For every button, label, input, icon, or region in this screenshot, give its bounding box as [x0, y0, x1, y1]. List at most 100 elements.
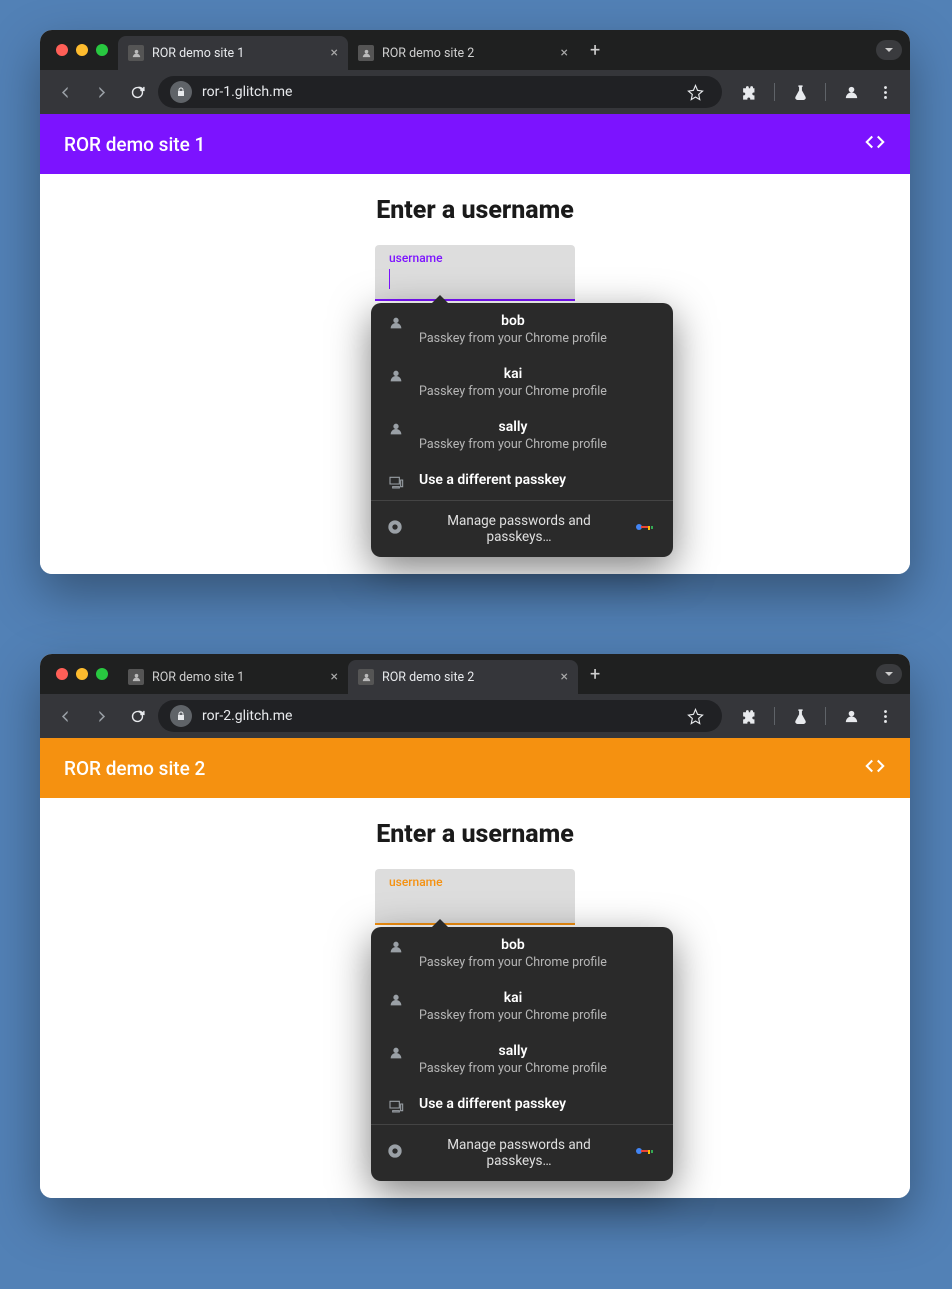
passkey-detail: Passkey from your Chrome profile	[419, 955, 607, 970]
tab-ror1[interactable]: ROR demo site 1 ×	[118, 660, 348, 694]
passkey-suggestion[interactable]: sally Passkey from your Chrome profile	[371, 409, 673, 462]
passkey-icon	[387, 366, 405, 384]
traffic-close-icon[interactable]	[56, 44, 68, 56]
google-key-icon	[635, 520, 657, 538]
back-button[interactable]	[50, 77, 80, 107]
manage-passwords[interactable]: Manage passwords and passkeys…	[371, 501, 673, 557]
extensions-icon[interactable]	[734, 77, 764, 107]
profile-icon[interactable]	[836, 77, 866, 107]
passkey-name: kai	[419, 366, 607, 382]
passkey-name: kai	[419, 990, 607, 1006]
text-caret	[389, 269, 390, 289]
new-tab-button[interactable]: +	[578, 40, 612, 61]
url-text: ror-1.glitch.me	[202, 84, 292, 100]
menu-icon[interactable]	[870, 77, 900, 107]
username-input[interactable]: username	[375, 869, 575, 925]
passkey-detail: Passkey from your Chrome profile	[419, 1061, 607, 1076]
tab-close-icon[interactable]: ×	[331, 45, 338, 61]
username-field-wrap: username	[375, 245, 575, 301]
traffic-zoom-icon[interactable]	[96, 44, 108, 56]
google-key-icon	[635, 1144, 657, 1162]
labs-icon[interactable]	[785, 77, 815, 107]
back-button[interactable]	[50, 701, 80, 731]
passkey-suggestion[interactable]: sally Passkey from your Chrome profile	[371, 1033, 673, 1086]
toolbar: ror-1.glitch.me	[40, 70, 910, 114]
bookmark-star-icon[interactable]	[680, 77, 710, 107]
separator	[774, 83, 775, 101]
tab-title: ROR demo site 1	[152, 46, 244, 61]
traffic-minimize-icon[interactable]	[76, 44, 88, 56]
passkey-icon	[387, 990, 405, 1008]
site-info-icon[interactable]	[170, 81, 192, 103]
browser-window-2: ROR demo site 1 × ROR demo site 2 × + ro…	[40, 654, 910, 1198]
page-content: ROR demo site 2 Enter a username usernam…	[40, 738, 910, 1198]
tab-overflow-button[interactable]	[876, 664, 902, 684]
tab-ror2[interactable]: ROR demo site 2 ×	[348, 660, 578, 694]
traffic-close-icon[interactable]	[56, 668, 68, 680]
browser-window-1: ROR demo site 1 × ROR demo site 2 × + ro…	[40, 30, 910, 574]
toolbar-icons	[728, 701, 900, 731]
main-content: Enter a username username bob Passkey fr…	[40, 174, 910, 389]
separator	[825, 83, 826, 101]
site-info-icon[interactable]	[170, 705, 192, 727]
toolbar-icons	[728, 77, 900, 107]
new-tab-button[interactable]: +	[578, 664, 612, 685]
passkey-suggestion[interactable]: kai Passkey from your Chrome profile	[371, 980, 673, 1033]
manage-passwords[interactable]: Manage passwords and passkeys…	[371, 1125, 673, 1181]
main-content: Enter a username username bob Passkey fr…	[40, 798, 910, 1013]
chrome-top: ROR demo site 1 × ROR demo site 2 × + ro…	[40, 654, 910, 738]
chrome-top: ROR demo site 1 × ROR demo site 2 × + ro…	[40, 30, 910, 114]
input-label: username	[389, 251, 561, 265]
app-title: ROR demo site 1	[64, 133, 205, 156]
passkey-suggestion[interactable]: kai Passkey from your Chrome profile	[371, 356, 673, 409]
use-different-passkey[interactable]: Use a different passkey	[371, 462, 673, 500]
bookmark-star-icon[interactable]	[680, 701, 710, 731]
passkey-name: bob	[419, 313, 607, 329]
code-icon[interactable]	[864, 131, 886, 158]
username-input[interactable]: username	[375, 245, 575, 301]
menu-icon[interactable]	[870, 701, 900, 731]
toolbar: ror-2.glitch.me	[40, 694, 910, 738]
passkey-detail: Passkey from your Chrome profile	[419, 1008, 607, 1023]
page-content: ROR demo site 1 Enter a username usernam…	[40, 114, 910, 574]
tab-ror2[interactable]: ROR demo site 2 ×	[348, 36, 578, 70]
code-icon[interactable]	[864, 755, 886, 782]
passkey-popup: bob Passkey from your Chrome profile kai…	[371, 303, 673, 557]
traffic-lights	[48, 668, 118, 680]
tab-close-icon[interactable]: ×	[561, 45, 568, 61]
traffic-minimize-icon[interactable]	[76, 668, 88, 680]
use-different-passkey[interactable]: Use a different passkey	[371, 1086, 673, 1124]
tab-strip: ROR demo site 1 × ROR demo site 2 × +	[40, 30, 910, 70]
labs-icon[interactable]	[785, 701, 815, 731]
alt-label: Use a different passkey	[419, 1096, 566, 1112]
popup-arrow-icon	[431, 295, 449, 304]
reload-button[interactable]	[122, 701, 152, 731]
tab-overflow-button[interactable]	[876, 40, 902, 60]
device-icon	[387, 1096, 405, 1114]
address-bar[interactable]: ror-2.glitch.me	[158, 700, 722, 732]
tab-ror1[interactable]: ROR demo site 1 ×	[118, 36, 348, 70]
passkey-icon	[387, 419, 405, 437]
alt-label: Use a different passkey	[419, 472, 566, 488]
passkey-icon	[387, 937, 405, 955]
favicon-icon	[128, 45, 144, 61]
extensions-icon[interactable]	[734, 701, 764, 731]
profile-icon[interactable]	[836, 701, 866, 731]
traffic-zoom-icon[interactable]	[96, 668, 108, 680]
forward-button[interactable]	[86, 77, 116, 107]
app-header: ROR demo site 2	[40, 738, 910, 798]
traffic-lights	[48, 44, 118, 56]
forward-button[interactable]	[86, 701, 116, 731]
tab-close-icon[interactable]: ×	[331, 669, 338, 685]
tab-close-icon[interactable]: ×	[561, 669, 568, 685]
separator	[774, 707, 775, 725]
passkey-suggestion[interactable]: bob Passkey from your Chrome profile	[371, 303, 673, 356]
address-bar[interactable]: ror-1.glitch.me	[158, 76, 722, 108]
device-icon	[387, 472, 405, 490]
reload-button[interactable]	[122, 77, 152, 107]
input-label: username	[389, 875, 561, 889]
passkey-suggestion[interactable]: bob Passkey from your Chrome profile	[371, 927, 673, 980]
passkey-popup: bob Passkey from your Chrome profile kai…	[371, 927, 673, 1181]
passkey-detail: Passkey from your Chrome profile	[419, 331, 607, 346]
app-header: ROR demo site 1	[40, 114, 910, 174]
